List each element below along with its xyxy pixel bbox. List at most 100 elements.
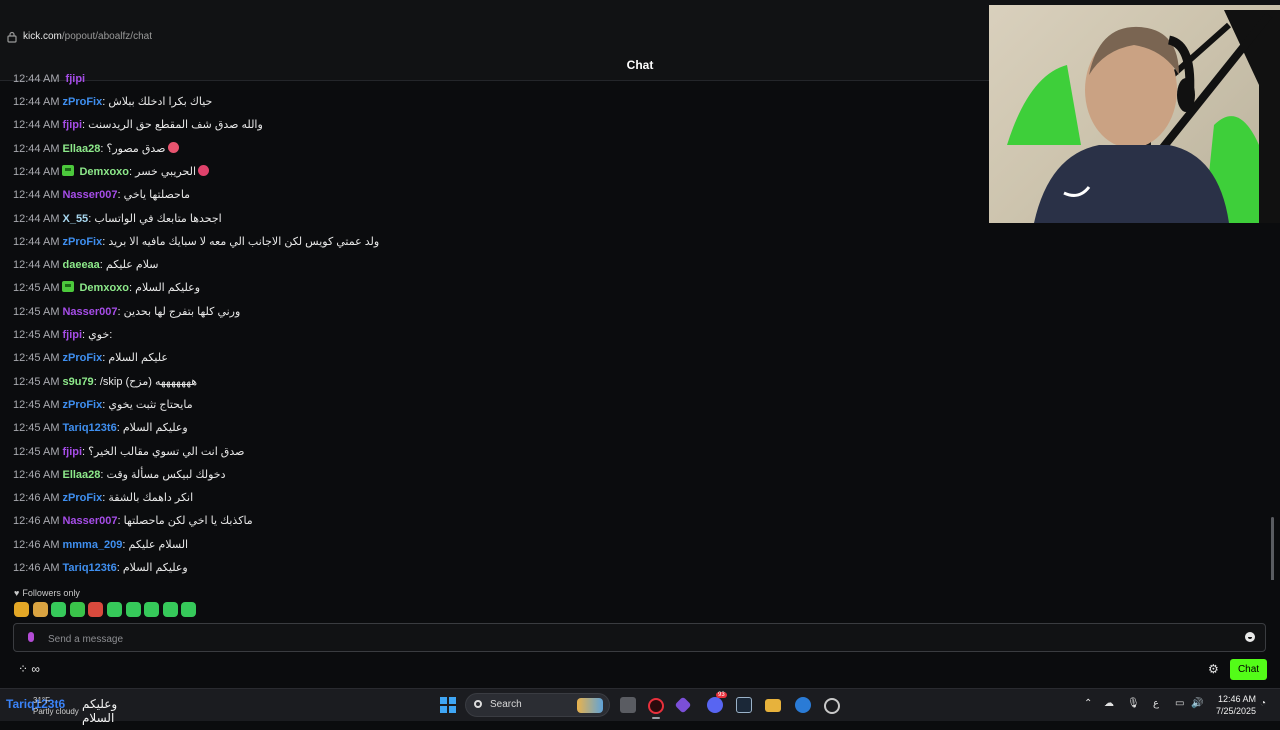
chat-scrollbar[interactable] bbox=[1271, 517, 1274, 580]
emote-icon[interactable] bbox=[125, 602, 141, 617]
chat-message: 12:44 AM X_55: اجحدها متابعك في الواتساب bbox=[13, 209, 222, 229]
message-text: ماحصلتها ياخي bbox=[123, 189, 191, 202]
network-icon[interactable]: ▭ bbox=[1175, 698, 1184, 730]
discord-icon[interactable]: 93 bbox=[707, 692, 727, 713]
message-username[interactable]: Demxoxo bbox=[79, 282, 129, 294]
message-text: عليكم السلام bbox=[108, 352, 168, 365]
emote-icon[interactable] bbox=[162, 602, 178, 617]
opera-gx-icon[interactable] bbox=[648, 698, 664, 714]
message-username[interactable]: mmma_209 bbox=[62, 539, 122, 551]
chat-message: 12:44 AM Ellaa28: صدق مصور؟ bbox=[13, 139, 179, 159]
message-username[interactable]: X_55 bbox=[62, 213, 88, 225]
volume-icon[interactable]: 🔊 bbox=[1191, 698, 1203, 730]
url-host: kick.com bbox=[23, 31, 62, 42]
chat-message: 12:45 AM fjipi: صدق انت الي تسوي مقالب ال… bbox=[13, 442, 244, 462]
chat-message: 12:45 AM Tariq123t6: وعليكم السلام bbox=[13, 418, 188, 438]
message-username[interactable]: Nasser007 bbox=[62, 306, 117, 318]
message-username[interactable]: Tariq123t6 bbox=[62, 562, 116, 574]
taskbar-search[interactable]: Search bbox=[465, 693, 610, 717]
message-time: 12:45 AM bbox=[13, 422, 60, 435]
message-time: 12:45 AM bbox=[13, 282, 60, 295]
emote-icon[interactable] bbox=[69, 602, 85, 617]
emote-icon[interactable] bbox=[144, 602, 160, 617]
taskbar-weather-widget[interactable]: Tariq123t6 وعليكم السلام 31°F Partly clo… bbox=[6, 692, 146, 725]
emote-icon[interactable] bbox=[181, 602, 197, 617]
microphone-icon[interactable]: 🎙 bbox=[1127, 698, 1140, 730]
weather-temp: 31°F bbox=[33, 696, 50, 705]
message-text: صدق انت الي تسوي مقالب الخير؟ bbox=[88, 445, 245, 458]
message-username[interactable]: zProFix bbox=[62, 352, 102, 364]
message-time: 12:44 AM bbox=[13, 259, 60, 272]
heart-icon: ♥ bbox=[14, 588, 20, 598]
emote-icon[interactable] bbox=[14, 602, 29, 617]
emoji-picker-icon[interactable] bbox=[1245, 632, 1255, 642]
message-time: 12:45 AM bbox=[13, 352, 60, 365]
message-time: 12:45 AM bbox=[13, 398, 60, 411]
message-username[interactable]: Nasser007 bbox=[62, 189, 117, 201]
settings-gear-icon[interactable]: ⚙ bbox=[1208, 662, 1219, 676]
message-username[interactable]: s9u79 bbox=[62, 376, 93, 388]
clock-date: 7/25/2025 bbox=[1215, 706, 1256, 716]
users-icon[interactable]: ⁘ bbox=[18, 662, 28, 676]
active-app-indicator bbox=[652, 717, 660, 719]
message-username[interactable]: zProFix bbox=[62, 96, 102, 108]
emoji-icon bbox=[198, 164, 210, 176]
chevron-up-icon[interactable]: ⌃ bbox=[1084, 698, 1092, 730]
message-text: دخولك لبيكس مسألة وقت bbox=[106, 468, 226, 481]
message-username[interactable]: fjipi bbox=[62, 329, 82, 341]
emote-icon[interactable] bbox=[88, 602, 104, 617]
notification-text: وعليكم السلام bbox=[82, 697, 118, 725]
steam-icon[interactable] bbox=[736, 697, 752, 713]
chat-message: 12:45 AM zProFix: عليكم السلام bbox=[13, 348, 168, 368]
message-input[interactable] bbox=[46, 628, 1230, 650]
message-text: الحريبي خسر bbox=[135, 165, 197, 178]
message-username[interactable]: Nasser007 bbox=[62, 515, 117, 527]
chat-message: 12:46 AM Tariq123t6: وعليكم السلام bbox=[13, 558, 188, 578]
message-time: 12:46 AM bbox=[13, 515, 60, 528]
message-username[interactable]: Tariq123t6 bbox=[62, 422, 116, 434]
message-username[interactable]: fjipi bbox=[66, 73, 86, 85]
message-text: ماكذبك يا اخي لكن ماحصلتها bbox=[123, 515, 253, 528]
cloud-icon[interactable]: ☁ bbox=[1104, 698, 1114, 730]
message-text: /skip (مزح) هههههههه bbox=[99, 375, 198, 388]
message-username[interactable]: zProFix bbox=[62, 399, 102, 411]
infinity-icon[interactable]: ∞ bbox=[31, 662, 40, 676]
app-circle-icon[interactable] bbox=[824, 698, 840, 714]
file-explorer-icon[interactable] bbox=[765, 699, 781, 712]
mic-icon[interactable] bbox=[28, 632, 34, 642]
message-username[interactable]: fjipi bbox=[62, 119, 82, 131]
message-time: 12:45 AM bbox=[13, 445, 60, 458]
message-text: مايحتاج تثبت يخوي bbox=[108, 398, 193, 411]
message-time: 12:45 AM bbox=[13, 375, 60, 388]
message-username[interactable]: zProFix bbox=[62, 492, 102, 504]
message-username[interactable]: Demxoxo bbox=[79, 166, 129, 178]
search-highlight-image bbox=[577, 698, 603, 713]
chat-message: 12:44 AM Demxoxo: الحريبي خسر bbox=[13, 162, 210, 182]
emote-icon[interactable] bbox=[51, 602, 67, 617]
send-chat-button[interactable]: Chat bbox=[1230, 659, 1267, 680]
emote-icon[interactable] bbox=[107, 602, 122, 617]
windows-start-icon[interactable] bbox=[440, 697, 456, 713]
message-text: سلام عليكم bbox=[105, 259, 159, 272]
task-view-icon[interactable] bbox=[620, 697, 636, 713]
vscode-icon[interactable] bbox=[795, 697, 811, 713]
notification-bell-icon[interactable]: ◔ bbox=[1260, 698, 1266, 730]
search-icon bbox=[474, 700, 482, 708]
message-username[interactable]: zProFix bbox=[62, 236, 102, 248]
message-username[interactable]: Ellaa28 bbox=[62, 469, 100, 481]
message-text: ولد عمتي كويس لكن الاجانب الي معه لا سبا… bbox=[108, 235, 380, 248]
message-input-box[interactable] bbox=[13, 623, 1266, 652]
message-username[interactable]: daeeaa bbox=[62, 259, 99, 271]
chat-message: 12:46 AM Ellaa28: دخولك لبيكس مسألة وقت bbox=[13, 465, 225, 485]
chat-message: 12:45 AM fjipi: خوي: bbox=[13, 325, 112, 345]
url-text[interactable]: kick.com/popout/aboalfz/chat bbox=[23, 31, 152, 42]
app-diamond-icon[interactable] bbox=[674, 696, 692, 714]
message-text: وعليكم السلام bbox=[135, 282, 201, 295]
discord-badge: 93 bbox=[716, 692, 727, 698]
input-language[interactable]: ع bbox=[1153, 698, 1159, 730]
message-username[interactable]: Ellaa28 bbox=[62, 143, 100, 155]
message-username[interactable]: fjipi bbox=[62, 446, 82, 458]
chat-message: 12:46 AM zProFix: انكر داهمك بالشقة bbox=[13, 488, 193, 508]
emote-icon[interactable] bbox=[32, 602, 48, 617]
taskbar-clock[interactable]: 12:46 AM 7/25/2025 bbox=[1208, 693, 1256, 717]
